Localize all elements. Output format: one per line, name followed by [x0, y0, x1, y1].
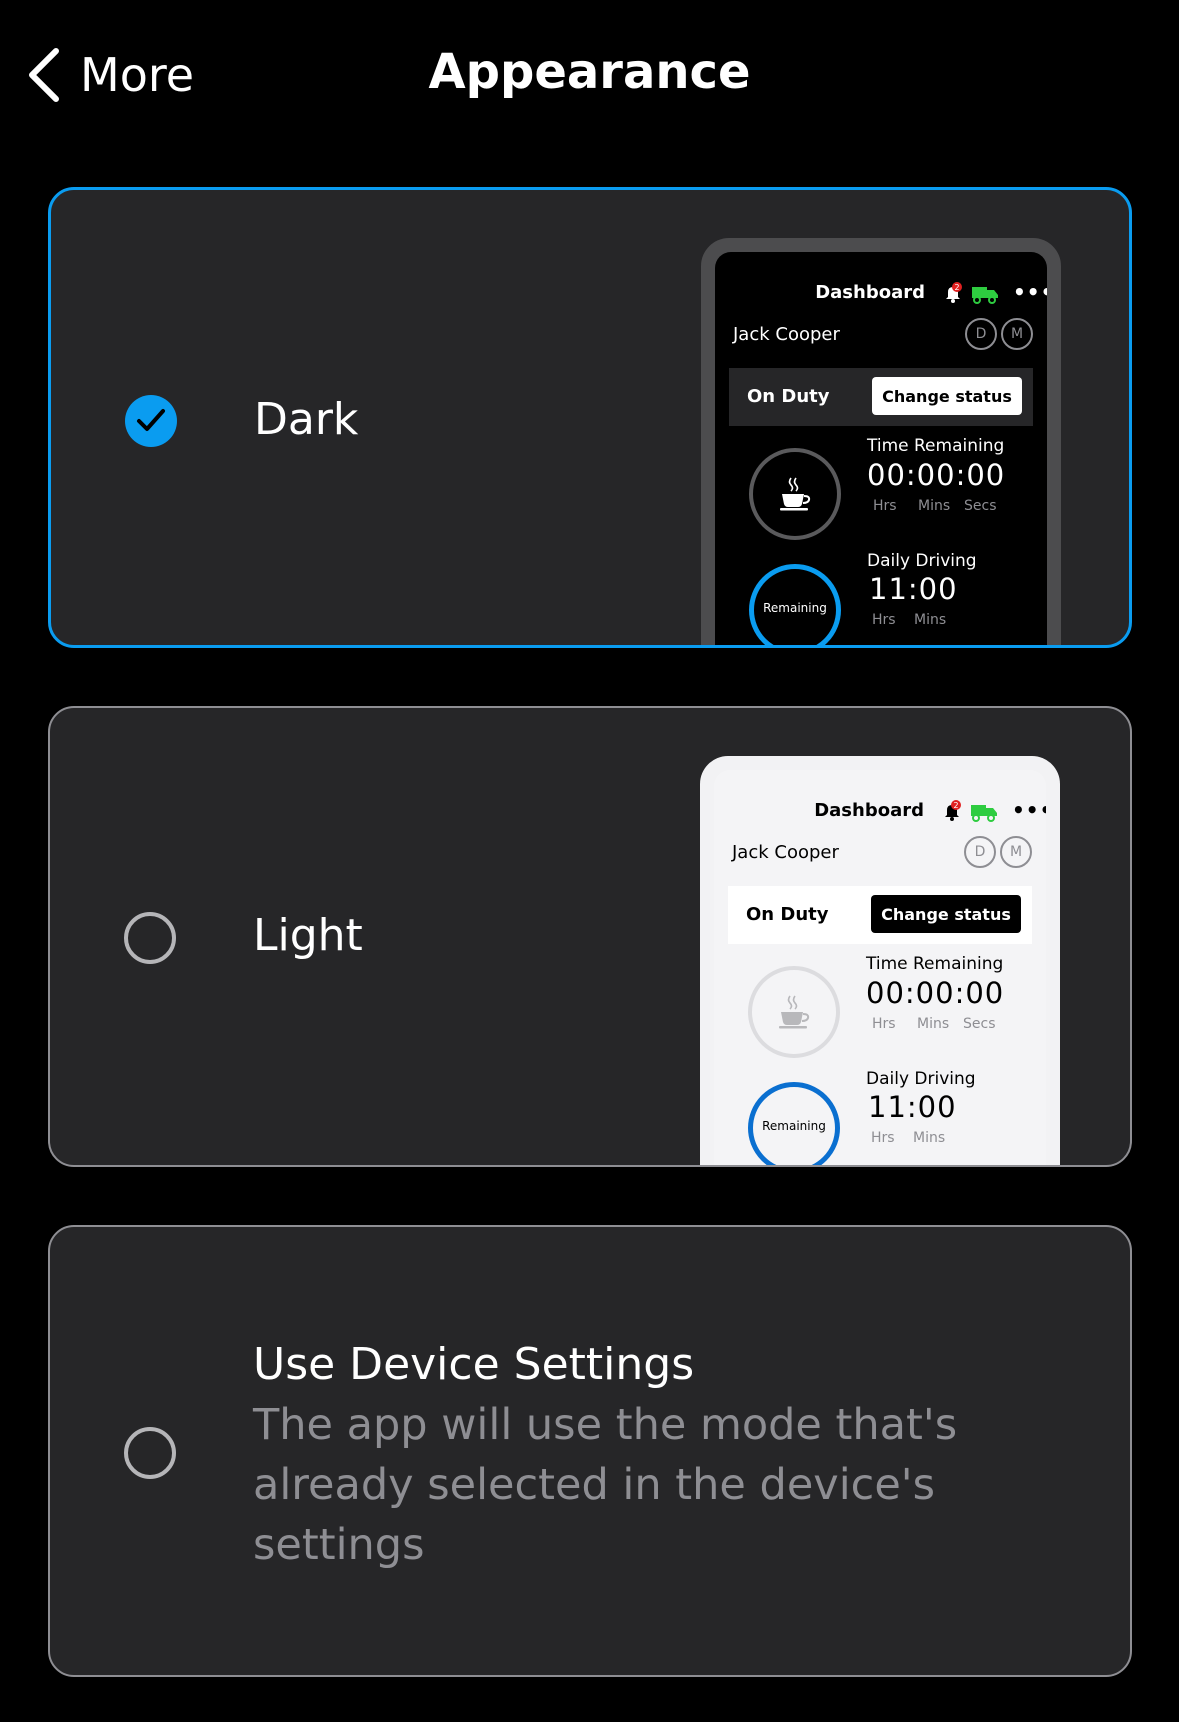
time-remaining-label: Time Remaining — [866, 954, 1004, 974]
notification-count: 2 — [954, 283, 959, 292]
unit-mins-2: Mins — [913, 1130, 946, 1146]
daily-driving-value: 11:00 — [869, 572, 958, 606]
unit-mins: Mins — [917, 1016, 950, 1032]
nav-header: More Appearance — [0, 0, 1179, 150]
preview-title: Dashboard — [814, 800, 924, 821]
break-ring — [749, 448, 841, 540]
more-icon: ••• — [1012, 798, 1046, 822]
preview-duty-status: On Duty — [746, 904, 829, 925]
break-ring — [748, 966, 840, 1058]
preview-change-status-button: Change status — [872, 377, 1022, 415]
badge-m: M — [1001, 318, 1033, 350]
daily-driving-value: 11:00 — [868, 1090, 957, 1124]
time-remaining-value: 00:00:00 — [867, 458, 1006, 492]
dark-preview-screen: Dashboard 2 ••• Jack Cooper D M On Duty … — [715, 252, 1047, 645]
unit-hrs-2: Hrs — [871, 1130, 895, 1146]
driving-ring: Remaining — [748, 1082, 840, 1165]
daily-driving-label: Daily Driving — [866, 1069, 976, 1089]
option-dark[interactable]: Dark Dashboard 2 ••• Jack Cooper D M On … — [48, 187, 1132, 648]
option-dark-label: Dark — [254, 394, 359, 445]
option-light[interactable]: Light Dashboard 2 ••• Jack Cooper D M On… — [48, 706, 1132, 1167]
option-device-label: Use Device Settings — [253, 1339, 695, 1390]
driving-ring: Remaining — [749, 564, 841, 645]
light-preview-screen: Dashboard 2 ••• Jack Cooper D M On Duty … — [714, 770, 1046, 1165]
unit-hrs-2: Hrs — [872, 612, 896, 628]
unit-secs: Secs — [964, 498, 997, 514]
checkmark-icon — [137, 409, 165, 431]
preview-duty-status: On Duty — [747, 386, 830, 407]
unit-secs: Secs — [963, 1016, 996, 1032]
bell-icon: 2 — [945, 800, 961, 821]
unit-hrs: Hrs — [873, 498, 897, 514]
daily-driving-label: Daily Driving — [867, 551, 977, 571]
badge-d: D — [964, 836, 996, 868]
unit-hrs: Hrs — [872, 1016, 896, 1032]
preview-driver-name: Jack Cooper — [732, 842, 839, 863]
option-device-settings[interactable]: Use Device Settings The app will use the… — [48, 1225, 1132, 1677]
more-icon: ••• — [1013, 280, 1047, 304]
ring-remaining-label: Remaining — [763, 601, 827, 615]
preview-status-bar: On Duty Change status — [729, 368, 1033, 426]
preview-status-bar: On Duty Change status — [728, 886, 1032, 944]
notification-count: 2 — [953, 801, 958, 810]
badge-m: M — [1000, 836, 1032, 868]
page-title: Appearance — [428, 44, 751, 100]
time-remaining-value: 00:00:00 — [866, 976, 1005, 1010]
dark-preview: Dashboard 2 ••• Jack Cooper D M On Duty … — [701, 238, 1061, 645]
preview-change-status-button: Change status — [871, 895, 1021, 933]
option-light-label: Light — [253, 910, 363, 961]
unit-mins-2: Mins — [914, 612, 947, 628]
truck-icon — [971, 805, 997, 822]
coffee-icon — [779, 995, 810, 1029]
unit-mins: Mins — [918, 498, 951, 514]
radio-light[interactable] — [124, 912, 176, 964]
preview-driver-name: Jack Cooper — [733, 324, 840, 345]
time-remaining-label: Time Remaining — [867, 436, 1005, 456]
bell-icon: 2 — [946, 282, 962, 303]
radio-device-settings[interactable] — [124, 1427, 176, 1479]
light-preview: Dashboard 2 ••• Jack Cooper D M On Duty … — [700, 756, 1060, 1165]
preview-title: Dashboard — [815, 282, 925, 303]
ring-remaining-label: Remaining — [762, 1119, 826, 1133]
truck-icon — [972, 287, 998, 304]
option-device-description: The app will use the mode that's already… — [253, 1400, 958, 1570]
radio-dark-checked[interactable] — [125, 395, 177, 447]
badge-d: D — [965, 318, 997, 350]
coffee-icon — [780, 477, 811, 511]
